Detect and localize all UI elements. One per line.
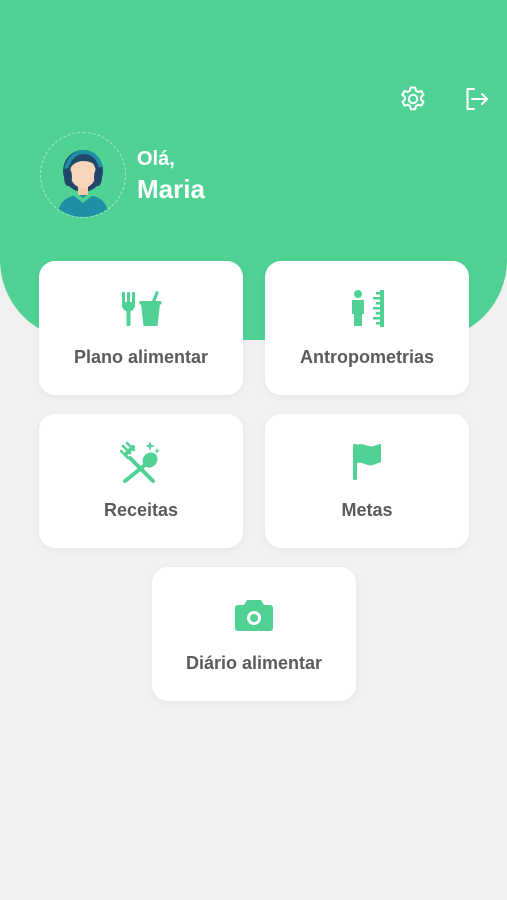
woman-avatar-icon <box>57 149 109 217</box>
flag-icon <box>353 444 381 480</box>
menu-card-plano-alimentar[interactable]: Plano alimentar <box>39 261 243 395</box>
utensils-drink-icon <box>122 291 162 326</box>
menu-card-label: Plano alimentar <box>73 347 209 367</box>
logout-icon <box>466 88 488 110</box>
menu-card-diario-alimentar[interactable]: Diário alimentar <box>152 567 356 701</box>
recipes-icon <box>119 441 160 483</box>
menu-card-metas[interactable]: Metas <box>265 414 469 548</box>
logout-button[interactable] <box>461 84 491 114</box>
menu-card-antropometrias[interactable]: Antropometrias <box>265 261 469 395</box>
body-measure-icon <box>352 290 384 327</box>
gear-icon <box>401 86 425 111</box>
avatar[interactable] <box>40 132 126 218</box>
user-name: Maria <box>137 174 205 204</box>
menu-card-label: Receitas <box>103 500 179 520</box>
camera-icon <box>235 600 273 631</box>
menu-card-receitas[interactable]: Receitas <box>39 414 243 548</box>
settings-button[interactable] <box>398 84 428 114</box>
menu-card-label: Diário alimentar <box>185 653 323 673</box>
menu-card-label: Antropometrias <box>299 347 434 367</box>
menu-card-label: Metas <box>341 500 393 520</box>
greeting-text: Olá, <box>137 148 175 170</box>
